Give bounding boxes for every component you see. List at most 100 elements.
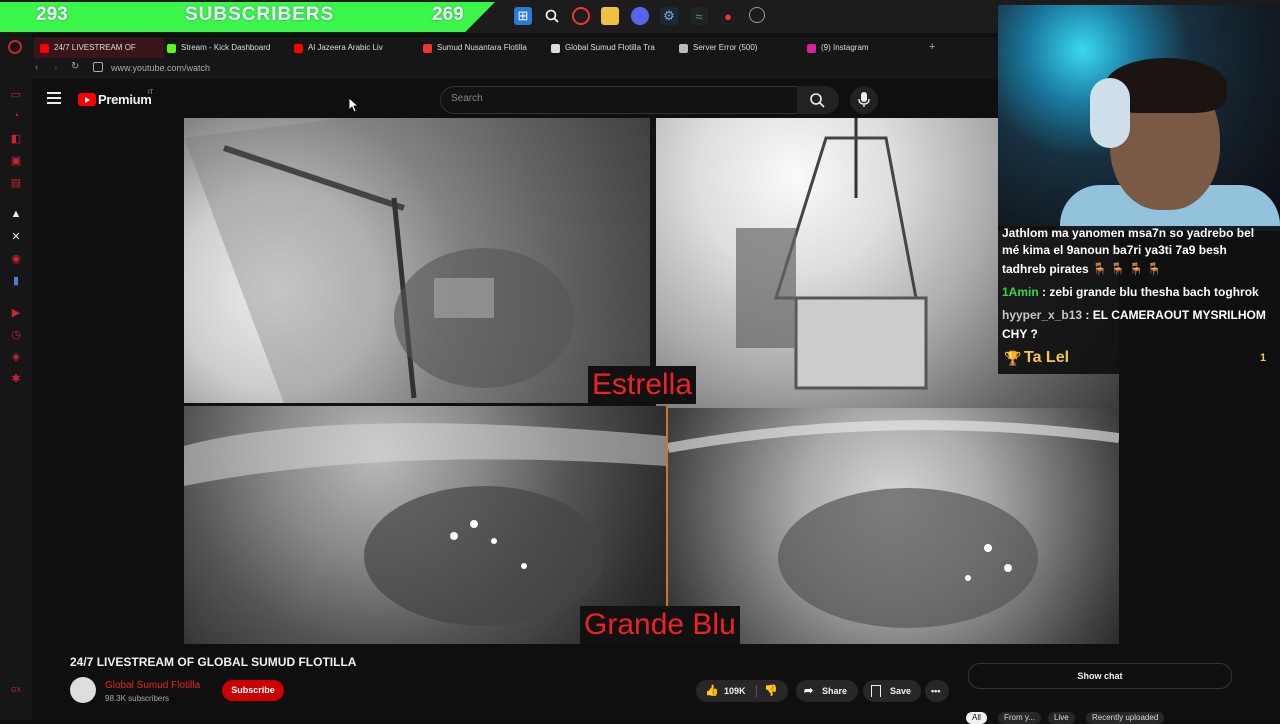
share-label: Share bbox=[822, 686, 848, 696]
player-icon[interactable]: ▶ bbox=[8, 304, 24, 320]
chat-message-4: 1Amin : zebi grande blu thesha bach togh… bbox=[1002, 283, 1278, 302]
tab-sumud-nusantara[interactable]: Sumud Nusantara Flotilla bbox=[417, 38, 543, 58]
url-field[interactable]: www.youtube.com/watch bbox=[111, 63, 210, 73]
chat-message-6: CHY ? bbox=[1002, 325, 1278, 344]
tab-label: Sumud Nusantara Flotilla bbox=[437, 43, 527, 52]
menu-icon[interactable] bbox=[47, 92, 61, 104]
steam-icon[interactable]: ⚙ bbox=[660, 7, 678, 25]
tab-global-sumud-tracker[interactable]: Global Sumud Flotilla Tra bbox=[545, 38, 671, 58]
arrow-icon[interactable]: ▲ bbox=[8, 206, 24, 222]
obs-icon[interactable] bbox=[749, 7, 765, 23]
share-icon: ➦ bbox=[804, 685, 814, 697]
headphones bbox=[1090, 78, 1130, 148]
search-icon bbox=[810, 93, 825, 108]
search-input[interactable] bbox=[440, 86, 798, 114]
youtube-logo-icon[interactable] bbox=[78, 93, 96, 106]
map-pin-icon[interactable]: ● bbox=[719, 7, 737, 25]
kick-favicon-icon bbox=[167, 43, 176, 53]
video-title: 24/7 LIVESTREAM OF GLOBAL SUMUD FLOTILLA bbox=[70, 655, 357, 669]
show-chat-button[interactable]: Show chat bbox=[968, 663, 1232, 689]
youtube-premium-label[interactable]: Premium bbox=[98, 92, 152, 107]
thumbs-down-icon[interactable]: 👎 bbox=[764, 680, 778, 702]
subscribe-button[interactable]: Subscribe bbox=[222, 680, 284, 701]
tab-server-error[interactable]: Server Error (500) bbox=[673, 38, 799, 58]
bookmark-icon bbox=[871, 685, 881, 697]
tab-label: (9) Instagram bbox=[821, 43, 869, 52]
chat-text: CHY ? bbox=[1002, 327, 1038, 341]
subscriber-count-left: 293 bbox=[36, 4, 68, 25]
tab-label: 24/7 LIVESTREAM OF bbox=[54, 43, 136, 52]
subscriber-label: SUBSCRIBERS bbox=[185, 4, 335, 25]
channel-subscriber-count: 98.3K subscribers bbox=[105, 694, 170, 703]
tab-al-jazeera[interactable]: Al Jazeera Arabic Liv bbox=[288, 38, 414, 58]
history-icon[interactable]: ◷ bbox=[8, 326, 24, 342]
more-actions-button[interactable]: ••• bbox=[925, 680, 949, 702]
tab-instagram[interactable]: (9) Instagram bbox=[801, 38, 917, 58]
chat-message-2: mé kima el 9anoun ba7ri ya3ti 7a9 besh bbox=[1002, 241, 1278, 260]
speed-icon[interactable]: ◔ bbox=[8, 108, 24, 124]
chat-message-3: tadhreb pirates 🪑 🪑 🪑 🪑 bbox=[1002, 260, 1278, 279]
microphone-icon bbox=[858, 92, 870, 107]
video-player[interactable]: Estrella Grande Blu bbox=[184, 118, 1119, 644]
tab-label: Global Sumud Flotilla Tra bbox=[565, 43, 655, 52]
chip-from[interactable]: From y... bbox=[998, 712, 1041, 724]
top-supporter-name: Ta Lel bbox=[1024, 349, 1070, 366]
tab-label: Al Jazeera Arabic Liv bbox=[308, 43, 383, 52]
gx-icon[interactable]: GX bbox=[8, 682, 24, 698]
top-supporter-count: 1 bbox=[1260, 352, 1267, 364]
chip-recently-uploaded[interactable]: Recently uploaded bbox=[1086, 712, 1165, 724]
opera-browser-icon[interactable] bbox=[572, 7, 590, 25]
chat-username: 1Amin bbox=[1002, 285, 1039, 299]
extensions-icon[interactable]: ◈ bbox=[8, 348, 24, 364]
camera-feed-1 bbox=[184, 118, 650, 403]
channel-avatar[interactable] bbox=[70, 677, 96, 703]
search-button[interactable] bbox=[797, 86, 839, 114]
windows-start-icon[interactable]: ⊞ bbox=[514, 7, 532, 25]
forward-icon[interactable]: › bbox=[54, 62, 57, 73]
m-icon[interactable]: ▤ bbox=[8, 174, 24, 190]
save-label: Save bbox=[890, 686, 912, 696]
app-icon[interactable]: ≈ bbox=[690, 7, 708, 25]
bag-icon[interactable]: ◧ bbox=[8, 130, 24, 146]
chat-message-5: hyyper_x_b13 : EL CAMERAOUT MYSRILHOM bbox=[1002, 306, 1278, 325]
chip-live[interactable]: Live bbox=[1048, 712, 1075, 724]
gamepad-icon[interactable]: ▭ bbox=[8, 86, 24, 102]
reload-icon[interactable]: ↻ bbox=[71, 61, 79, 72]
like-count[interactable]: 109K bbox=[724, 680, 746, 702]
lock-icon[interactable] bbox=[93, 62, 103, 72]
like-dislike-group: 👍 109K 👎 bbox=[696, 680, 788, 702]
chat-text: mé kima el 9anoun ba7ri ya3ti 7a9 besh bbox=[1002, 243, 1227, 257]
new-tab-button[interactable]: + bbox=[929, 41, 935, 53]
triangle-favicon-icon bbox=[551, 43, 560, 53]
channel-name[interactable]: Global Sumud Flotilla bbox=[105, 680, 200, 691]
vpn-icon[interactable]: ▮ bbox=[8, 272, 24, 288]
trophy-icon: 🏆 bbox=[1004, 350, 1022, 366]
tab-kick-dashboard[interactable]: Stream - Kick Dashboard bbox=[161, 38, 287, 58]
page-favicon-icon bbox=[679, 43, 688, 53]
pill-divider bbox=[756, 685, 757, 697]
chat-text: : zebi grande blu thesha bach toghrok bbox=[1042, 285, 1259, 299]
flag-favicon-icon bbox=[423, 43, 432, 53]
back-icon[interactable]: ‹ bbox=[35, 62, 38, 73]
settings-icon[interactable]: ✱ bbox=[8, 370, 24, 386]
chat-text: Jathlom ma yanomen msa7n so yadrebo bel bbox=[1002, 226, 1255, 240]
share-button[interactable]: ➦ Share bbox=[796, 680, 858, 702]
opera-menu-icon[interactable] bbox=[8, 40, 22, 54]
tab-livestream[interactable]: 24/7 LIVESTREAM OF bbox=[34, 38, 164, 58]
search-icon[interactable] bbox=[543, 7, 561, 25]
file-explorer-icon[interactable] bbox=[601, 7, 619, 25]
chat-text: tadhreb pirates 🪑 🪑 🪑 🪑 bbox=[1002, 262, 1162, 276]
save-button[interactable]: Save bbox=[863, 680, 921, 702]
voice-search-button[interactable] bbox=[850, 86, 878, 114]
x-twitter-icon[interactable]: ✕ bbox=[8, 228, 24, 244]
chip-all[interactable]: All bbox=[966, 712, 987, 724]
youtube-favicon-icon bbox=[294, 43, 303, 53]
discord-icon[interactable] bbox=[631, 7, 649, 25]
instagram-icon[interactable]: ◉ bbox=[8, 250, 24, 266]
chat-username: hyyper_x_b13 bbox=[1002, 308, 1083, 322]
twitch-icon[interactable]: ▣ bbox=[8, 152, 24, 168]
youtube-favicon-icon bbox=[40, 43, 49, 53]
camera-label-bottom: Grande Blu bbox=[580, 606, 740, 644]
tab-label: Server Error (500) bbox=[693, 43, 758, 52]
thumbs-up-icon[interactable]: 👍 bbox=[705, 680, 719, 702]
